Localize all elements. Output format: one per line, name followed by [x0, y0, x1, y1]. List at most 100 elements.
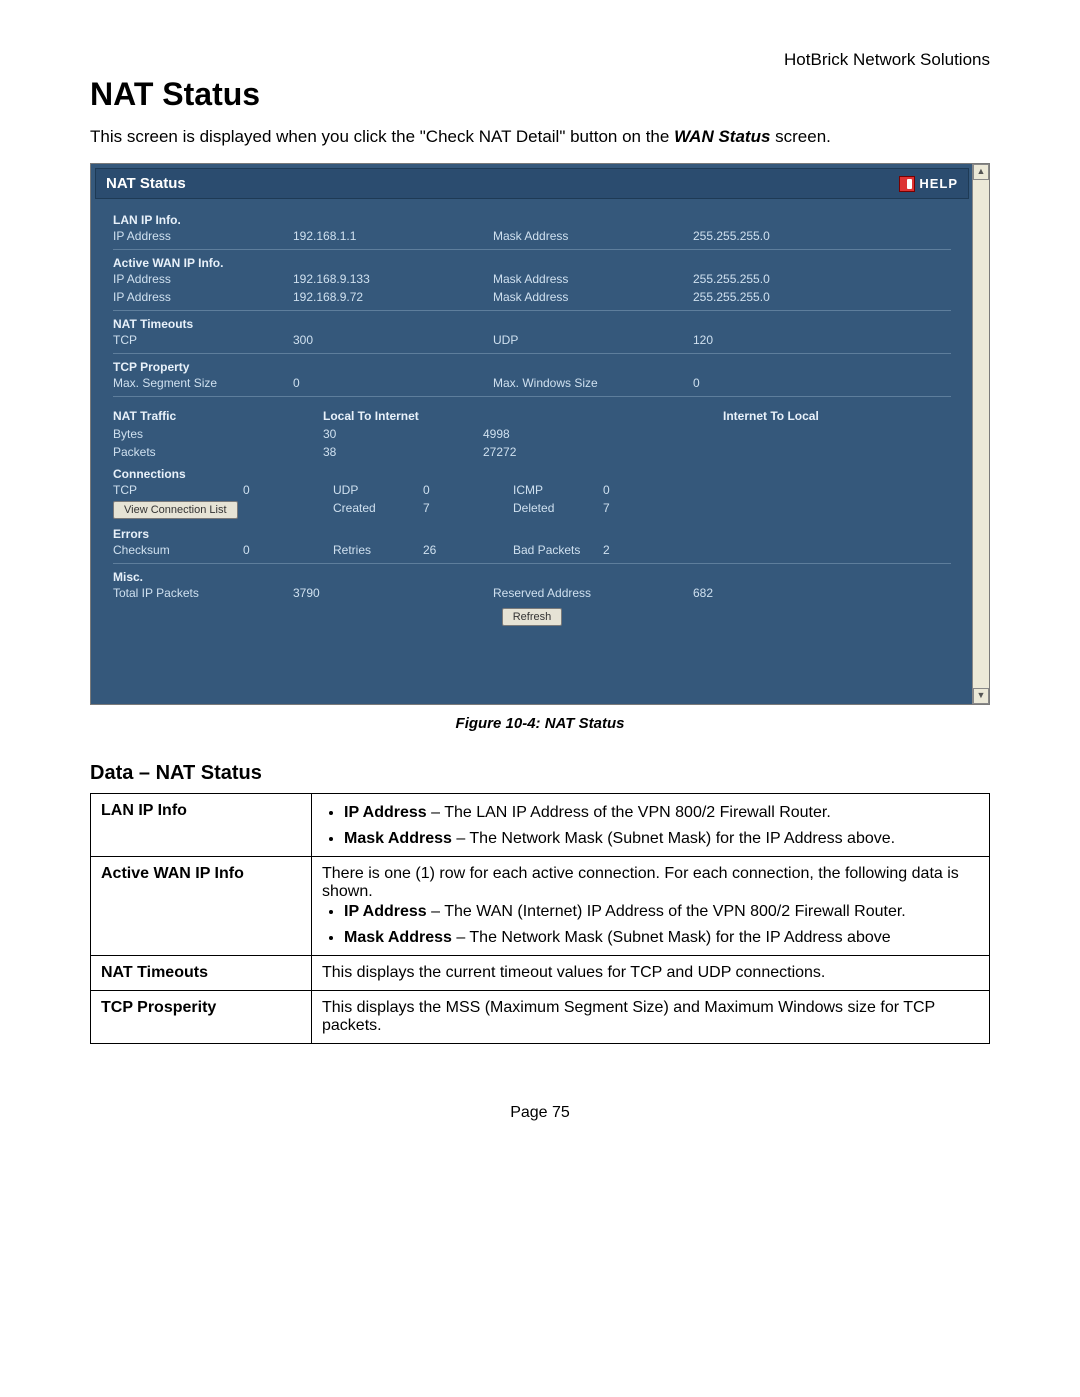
ip-address-label: IP Address: [113, 229, 293, 243]
lan-ip-row: IP Address 192.168.1.1 Mask Address 255.…: [113, 227, 951, 245]
help-icon: [899, 176, 915, 192]
wan-ip-value: 192.168.9.72: [293, 290, 493, 304]
tcp-prosperity-key: TCP Prosperity: [91, 991, 312, 1044]
udp-value: 120: [693, 333, 951, 347]
intro-post: screen.: [770, 127, 830, 146]
intro-paragraph: This screen is displayed when you click …: [90, 127, 990, 147]
screenshot-frame: ▲ ▼ NAT Status HELP LAN IP Info. IP Addr…: [90, 163, 990, 705]
scroll-up-button[interactable]: ▲: [973, 164, 989, 180]
local-to-internet-header: Local To Internet: [323, 409, 553, 423]
help-label: HELP: [919, 176, 958, 191]
conn-icmp-value: 0: [603, 483, 693, 497]
bytes-label: Bytes: [113, 427, 323, 441]
checksum-label: Checksum: [113, 543, 243, 557]
panel-body: LAN IP Info. IP Address 192.168.1.1 Mask…: [95, 199, 969, 698]
active-wan-1-bold: IP Address: [344, 903, 427, 920]
help-link[interactable]: HELP: [899, 176, 958, 192]
conn-icmp-label: ICMP: [513, 483, 603, 497]
wan-mask-value: 255.255.255.0: [693, 272, 951, 286]
created-label: Created: [333, 501, 423, 519]
scroll-down-button[interactable]: ▼: [973, 688, 989, 704]
bad-packets-value: 2: [603, 543, 693, 557]
packets-lti: 38: [323, 445, 483, 459]
conn-tcp-label: TCP: [113, 483, 243, 497]
lan-ip-info-1-text: – The LAN IP Address of the VPN 800/2 Fi…: [427, 804, 831, 821]
view-connection-list-button[interactable]: View Connection List: [113, 501, 238, 519]
active-wan-2-text: – The Network Mask (Subnet Mask) for the…: [452, 929, 891, 946]
panel-title: NAT Status: [106, 175, 186, 192]
ip-address-label: IP Address: [113, 290, 293, 304]
section-lan-ip-info: LAN IP Info.: [113, 213, 951, 227]
packets-itl: 27272: [483, 445, 653, 459]
nat-timeouts-value: This displays the current timeout values…: [312, 956, 990, 991]
section-connections: Connections: [113, 467, 951, 481]
mws-value: 0: [693, 376, 951, 390]
bytes-row: Bytes 30 4998: [113, 425, 951, 443]
lan-ip-info-2-bold: Mask Address: [344, 830, 452, 847]
section-misc: Misc.: [113, 570, 951, 584]
nat-status-panel: NAT Status HELP LAN IP Info. IP Address …: [91, 164, 973, 704]
section-nat-timeouts: NAT Timeouts: [113, 317, 951, 331]
connections-row-1: TCP 0 UDP 0 ICMP 0: [113, 481, 951, 499]
page-title: NAT Status: [90, 76, 990, 113]
lan-ip-info-2-text: – The Network Mask (Subnet Mask) for the…: [452, 830, 895, 847]
intro-emphasis: WAN Status: [674, 127, 770, 146]
conn-udp-value: 0: [423, 483, 513, 497]
bad-packets-label: Bad Packets: [513, 543, 603, 557]
mss-label: Max. Segment Size: [113, 376, 293, 390]
retries-value: 26: [423, 543, 513, 557]
deleted-label: Deleted: [513, 501, 603, 519]
wan-mask-value: 255.255.255.0: [693, 290, 951, 304]
figure-caption: Figure 10-4: NAT Status: [90, 715, 990, 732]
mask-address-label: Mask Address: [493, 272, 693, 286]
retries-label: Retries: [333, 543, 423, 557]
reserved-label: Reserved Address: [493, 586, 693, 600]
packets-row: Packets 38 27272: [113, 443, 951, 461]
scrollbar[interactable]: ▲ ▼: [972, 164, 989, 704]
mss-value: 0: [293, 376, 493, 390]
section-tcp-property: TCP Property: [113, 360, 951, 374]
packets-label: Packets: [113, 445, 323, 459]
intro-pre: This screen is displayed when you click …: [90, 127, 674, 146]
section-active-wan: Active WAN IP Info.: [113, 256, 951, 270]
nat-traffic-header: NAT Traffic Local To Internet Internet T…: [113, 401, 951, 425]
checksum-value: 0: [243, 543, 333, 557]
data-section-heading: Data – NAT Status: [90, 762, 990, 785]
data-table: LAN IP Info IP Address – The LAN IP Addr…: [90, 793, 990, 1044]
lan-mask-value: 255.255.255.0: [693, 229, 951, 243]
lan-ip-info-1-bold: IP Address: [344, 804, 427, 821]
lan-ip-info-value: IP Address – The LAN IP Address of the V…: [312, 794, 990, 857]
active-wan-intro: There is one (1) row for each active con…: [322, 865, 979, 901]
section-nat-traffic: NAT Traffic: [113, 409, 323, 423]
nat-timeouts-key: NAT Timeouts: [91, 956, 312, 991]
active-wan-key: Active WAN IP Info: [91, 857, 312, 956]
deleted-value: 7: [603, 501, 693, 519]
errors-row: Checksum 0 Retries 26 Bad Packets 2: [113, 541, 951, 559]
tcp-property-row: Max. Segment Size 0 Max. Windows Size 0: [113, 374, 951, 392]
mask-address-label: Mask Address: [493, 290, 693, 304]
active-wan-value: There is one (1) row for each active con…: [312, 857, 990, 956]
created-value: 7: [423, 501, 513, 519]
bytes-lti: 30: [323, 427, 483, 441]
refresh-button[interactable]: Refresh: [502, 608, 563, 626]
reserved-value: 682: [693, 586, 951, 600]
nat-timeouts-row: TCP 300 UDP 120: [113, 331, 951, 349]
active-wan-1-text: – The WAN (Internet) IP Address of the V…: [427, 903, 906, 920]
lan-ip-value: 192.168.1.1: [293, 229, 493, 243]
page-footer: Page 75: [90, 1104, 990, 1122]
total-ip-label: Total IP Packets: [113, 586, 293, 600]
lan-ip-info-key: LAN IP Info: [91, 794, 312, 857]
tcp-prosperity-value: This displays the MSS (Maximum Segment S…: [312, 991, 990, 1044]
conn-tcp-value: 0: [243, 483, 333, 497]
wan-row-2: IP Address 192.168.9.72 Mask Address 255…: [113, 288, 951, 306]
wan-ip-value: 192.168.9.133: [293, 272, 493, 286]
bytes-itl: 4998: [483, 427, 653, 441]
doc-header-right: HotBrick Network Solutions: [90, 50, 990, 70]
mws-label: Max. Windows Size: [493, 376, 693, 390]
tcp-value: 300: [293, 333, 493, 347]
tcp-label: TCP: [113, 333, 293, 347]
misc-row: Total IP Packets 3790 Reserved Address 6…: [113, 584, 951, 602]
active-wan-2-bold: Mask Address: [344, 929, 452, 946]
internet-to-local-header: Internet To Local: [723, 409, 951, 423]
wan-row-1: IP Address 192.168.9.133 Mask Address 25…: [113, 270, 951, 288]
